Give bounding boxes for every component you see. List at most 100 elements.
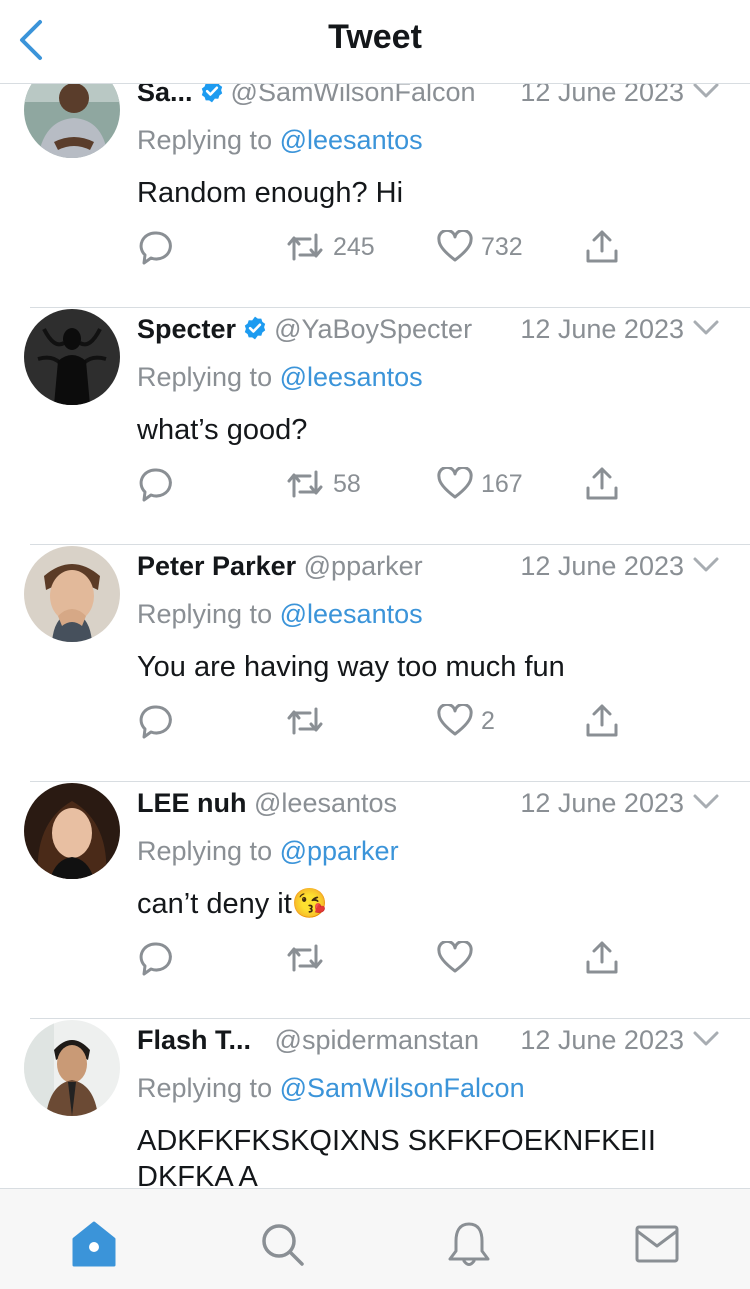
retweet-button[interactable]	[285, 701, 333, 741]
share-button[interactable]	[585, 464, 619, 504]
home-icon	[72, 1221, 116, 1267]
user-handle[interactable]: @pparker	[304, 551, 423, 581]
tweet-actions	[137, 938, 637, 978]
reply-context: Replying to @leesantos	[137, 362, 423, 393]
retweet-count: 245	[333, 232, 375, 261]
like-button[interactable]	[437, 938, 481, 978]
user-handle[interactable]: @SamWilsonFalcon	[231, 84, 476, 107]
share-button[interactable]	[585, 701, 619, 741]
reply-button[interactable]	[137, 464, 175, 504]
reply-prefix: Replying to	[137, 362, 273, 392]
tweet-meta: Flash T... @spidermanstan 12 June 2023	[137, 1025, 690, 1065]
share-button[interactable]	[585, 938, 619, 978]
avatar[interactable]	[24, 1020, 120, 1116]
retweet-icon	[287, 944, 323, 972]
reply-mention[interactable]: @leesantos	[280, 362, 423, 392]
reply-icon	[139, 231, 172, 265]
like-count: 167	[481, 469, 523, 498]
retweet-button[interactable]: 58	[285, 464, 361, 504]
tab-search[interactable]	[257, 1219, 307, 1269]
tab-messages[interactable]	[632, 1219, 682, 1269]
tweet-actions: 58 167	[137, 464, 637, 504]
tab-notifications[interactable]	[444, 1219, 494, 1269]
tweet-actions: 2	[137, 701, 637, 741]
share-icon	[586, 941, 618, 974]
reply-mention[interactable]: @SamWilsonFalcon	[280, 1073, 525, 1103]
tweet-text: ADKFKFKSKQIXNS SKFKFOEKNFKEII DKFKA A	[137, 1125, 656, 1188]
display-name[interactable]: Peter Parker	[137, 551, 296, 581]
share-button[interactable]	[585, 227, 619, 267]
reply-icon	[139, 705, 172, 739]
like-button[interactable]: 2	[437, 701, 495, 741]
share-icon	[586, 467, 618, 500]
display-name[interactable]: Flash T...	[137, 1025, 251, 1055]
heart-icon	[437, 704, 473, 736]
retweet-icon	[287, 233, 323, 261]
like-count: 732	[481, 232, 523, 261]
chevron-down-icon[interactable]	[692, 792, 720, 812]
tweet-date: 12 June 2023	[520, 314, 684, 344]
reply-icon	[139, 942, 172, 976]
tweet-date: 12 June 2023	[520, 84, 684, 107]
tweet-card[interactable]: Peter Parker @pparker 12 June 2023 Reply…	[0, 545, 750, 782]
display-name[interactable]: LEE nuh	[137, 788, 247, 818]
reply-prefix: Replying to	[137, 1073, 273, 1103]
tweet-card[interactable]: Specter @YaBoySpecter 12 June 2023 Replyi…	[0, 308, 750, 545]
share-icon	[586, 704, 618, 737]
user-handle[interactable]: @YaBoySpecter	[274, 314, 472, 344]
heart-icon	[437, 941, 473, 973]
reply-button[interactable]	[137, 701, 175, 741]
notifications-icon	[448, 1222, 490, 1266]
reply-button[interactable]	[137, 227, 175, 267]
reply-prefix: Replying to	[137, 836, 273, 866]
chevron-down-icon[interactable]	[692, 555, 720, 575]
reply-context: Replying to @pparker	[137, 836, 399, 867]
retweet-icon	[287, 470, 323, 498]
tweet-card[interactable]: Sa... @SamWilsonFalcon 12 June 2023 Reply…	[0, 84, 750, 308]
user-handle[interactable]: @leesantos	[254, 788, 397, 818]
chevron-down-icon[interactable]	[692, 318, 720, 338]
reply-mention[interactable]: @leesantos	[280, 599, 423, 629]
share-icon	[586, 230, 618, 263]
like-button[interactable]: 167	[437, 464, 523, 504]
tab-home[interactable]	[69, 1219, 119, 1269]
like-button[interactable]: 732	[437, 227, 523, 267]
tweet-text: Random enough? Hi	[137, 177, 404, 209]
display-name[interactable]: Sa...	[137, 84, 193, 107]
top-nav-bar: Tweet	[0, 0, 750, 84]
tweet-text: can’t deny it😘	[137, 888, 328, 920]
retweet-button[interactable]: 245	[285, 227, 375, 267]
chevron-down-icon[interactable]	[692, 1029, 720, 1049]
verified-badge-icon	[201, 84, 222, 103]
user-handle[interactable]: @spidermanstan	[275, 1025, 480, 1055]
bottom-tab-bar	[0, 1188, 750, 1289]
reply-context: Replying to @SamWilsonFalcon	[137, 1073, 525, 1104]
avatar[interactable]	[24, 309, 120, 405]
tweet-card[interactable]: Flash T... @spidermanstan 12 June 2023 R…	[0, 1019, 750, 1188]
avatar[interactable]	[24, 546, 120, 642]
avatar[interactable]	[24, 783, 120, 879]
replies-feed[interactable]: Sa... @SamWilsonFalcon 12 June 2023 Reply…	[0, 84, 750, 1188]
retweet-button[interactable]	[285, 938, 333, 978]
reply-button[interactable]	[137, 938, 175, 978]
tweet-text: You are having way too much fun	[137, 651, 565, 683]
tweet-actions: 245 732	[137, 227, 637, 267]
heart-icon	[437, 230, 473, 262]
reply-context: Replying to @leesantos	[137, 599, 423, 630]
tweet-text: what’s good?	[137, 414, 308, 446]
search-icon	[262, 1224, 304, 1266]
chevron-down-icon[interactable]	[692, 84, 720, 101]
reply-mention[interactable]: @pparker	[280, 836, 399, 866]
retweet-icon	[287, 707, 323, 735]
reply-mention[interactable]: @leesantos	[280, 125, 423, 155]
reply-prefix: Replying to	[137, 125, 273, 155]
tweet-date: 12 June 2023	[520, 1025, 684, 1055]
tweet-meta: Peter Parker @pparker 12 June 2023	[137, 551, 690, 591]
reply-icon	[139, 468, 172, 502]
reply-prefix: Replying to	[137, 599, 273, 629]
verified-badge-icon	[244, 316, 266, 340]
display-name[interactable]: Specter	[137, 314, 236, 344]
avatar[interactable]	[24, 84, 120, 158]
tweet-card[interactable]: LEE nuh @leesantos 12 June 2023 Replying…	[0, 782, 750, 1019]
reply-context: Replying to @leesantos	[137, 125, 423, 156]
